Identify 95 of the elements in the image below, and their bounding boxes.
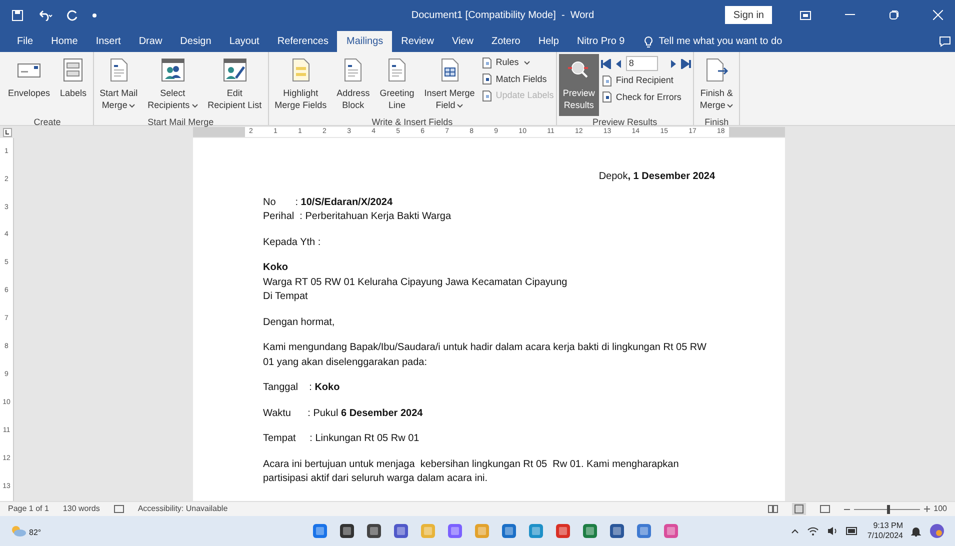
group-label: Create (32, 116, 62, 128)
document-paragraph: Acara ini bertujuan untuk menjaga kebersihan lingkungan Rt 05 Rw 01. Kami mengharapkan partisipasi aktif dari seluruh warga dalam acara ini. (263, 458, 680, 486)
small-document-icon (600, 91, 613, 104)
undo-icon[interactable] (37, 10, 53, 20)
document-line: Tempat : Linkungan Rt 05 Rw 01 (263, 432, 420, 446)
finish-merge-icon (704, 57, 730, 83)
ribbon-tab[interactable]: Home (42, 31, 87, 52)
small-document-icon (480, 73, 493, 86)
document-line: No : 10/S/Edaran/X/2024 (263, 196, 394, 210)
group-label: Write & Insert Fields (370, 116, 454, 128)
taskbar-app-icon[interactable] (339, 523, 356, 539)
redo-icon[interactable] (67, 10, 78, 20)
document-paragraph: Kami mengundang Bapak/Ibu/Saudara/i untuk hadir dalam acara kerja bakti di lingkungan Rt 05 RW 01 yang akan diselenggarakan pada: (263, 341, 708, 370)
small-document-icon (480, 90, 493, 102)
zoom-thumb[interactable] (886, 504, 890, 514)
ribbon-display-icon[interactable] (800, 10, 811, 20)
clock-date[interactable]: 7/10/2024 (867, 531, 903, 541)
wifi-icon[interactable] (807, 526, 820, 536)
close-icon[interactable] (933, 10, 943, 20)
ribbon-tab[interactable]: Layout (220, 31, 268, 52)
ribbon-tab[interactable]: Draw (130, 31, 172, 52)
ribbon-button[interactable]: Edit Recipient List (204, 54, 266, 116)
battery-icon[interactable] (846, 527, 860, 535)
minimize-icon[interactable] (845, 14, 855, 16)
ribbon-button[interactable]: Highlight Merge Fields (270, 54, 331, 116)
document-line: Waktu : Pukul 6 Desember 2024 (263, 406, 424, 420)
speaker-icon[interactable] (827, 526, 838, 536)
ribbon-small-button[interactable]: Match Fields (480, 72, 554, 86)
ribbon-tab[interactable]: File (8, 31, 42, 52)
document-line: Tanggal : Koko (263, 381, 341, 395)
weather-temperature[interactable]: 82° (29, 527, 42, 539)
taskbar-app-icon[interactable] (393, 523, 410, 539)
restore-icon[interactable] (889, 10, 899, 20)
last-record-icon[interactable] (680, 58, 691, 68)
small-document-icon (480, 56, 493, 69)
group-label: Start Mail Merge (146, 116, 215, 128)
word-count[interactable]: 130 words (62, 503, 100, 515)
document-line: Di Tempat (263, 290, 309, 304)
tab-selector-icon[interactable] (3, 128, 12, 136)
first-record-icon[interactable] (600, 58, 611, 68)
ribbon-tab[interactable]: Insert (86, 31, 130, 52)
ribbon-tab[interactable]: View (442, 31, 482, 52)
customize-icon[interactable] (92, 12, 97, 18)
zoom-in-icon[interactable] (924, 506, 930, 512)
web-layout-icon[interactable] (820, 505, 830, 513)
ribbon-button[interactable]: Insert Merge Field (420, 54, 479, 116)
date-line: Depok, 1 Desember 2024 (598, 170, 715, 184)
lightbulb-icon (644, 36, 653, 48)
ribbon-button[interactable]: Select Recipients (144, 54, 202, 116)
document-line: Kepada Yth : (263, 236, 322, 250)
ribbon-button[interactable]: Greeting Line (376, 54, 418, 116)
document-line: Koko (263, 261, 289, 275)
group-label: Preview Results (592, 116, 658, 128)
ribbon-button[interactable]: Labels (56, 54, 91, 116)
ribbon-tab[interactable]: Mailings (337, 31, 392, 52)
ribbon-button[interactable]: Address Block (332, 54, 374, 116)
page-count[interactable]: Page 1 of 1 (8, 503, 49, 515)
save-icon[interactable] (12, 10, 23, 20)
ribbon-tab[interactable]: Design (171, 31, 220, 52)
zoom-level[interactable]: 100 (934, 503, 947, 515)
sign-in-button[interactable]: Sign in (725, 6, 772, 24)
next-record-icon[interactable] (670, 58, 677, 68)
ribbon-tab[interactable]: References (268, 31, 338, 52)
read-mode-icon[interactable] (768, 505, 778, 513)
document-line: Dengan hormat, (263, 316, 336, 330)
ribbon-tab[interactable]: Nitro Pro 9 (568, 31, 634, 52)
comments-icon[interactable] (939, 36, 951, 47)
accessibility-status[interactable]: Accessibility: Unavailable (138, 503, 228, 515)
proofing-icon[interactable] (114, 505, 124, 513)
ribbon-tab[interactable]: Help (529, 31, 568, 52)
ribbon-button[interactable]: Finish & Merge (696, 54, 738, 116)
chevron-up-icon[interactable] (791, 528, 800, 534)
ribbon-button[interactable]: Preview Results (558, 54, 599, 116)
ribbon-tab[interactable]: Zotero (482, 31, 530, 52)
document-line: Perihal : Perberitahuan Kerja Bakti Warga (263, 210, 452, 224)
ribbon-button[interactable]: Envelopes (4, 54, 54, 116)
document-line: Warga RT 05 RW 01 Keluraha Cipayung Jawa Kecamatan Cipayung (263, 276, 568, 290)
print-layout-icon[interactable] (792, 503, 806, 515)
ribbon-tab[interactable]: Review (392, 31, 443, 52)
tell-me-field[interactable]: Tell me what you want to do (658, 34, 782, 49)
record-field[interactable]: 8 (626, 56, 658, 71)
taskbar-app-icon[interactable] (609, 523, 626, 539)
small-document-icon (600, 74, 613, 87)
taskbar-app-icon[interactable] (366, 523, 382, 539)
window-title: Document1 [Compatibility Mode] - Word (411, 8, 594, 22)
previous-record-icon[interactable] (614, 58, 622, 68)
ribbon-button[interactable]: Start Mail Merge (96, 54, 142, 116)
people-icon (160, 57, 186, 83)
ribbon-small-button[interactable]: Find Recipient (600, 74, 691, 88)
ribbon-small-button[interactable]: Rules (480, 56, 554, 70)
clock-time[interactable]: 9:13 PM (873, 521, 903, 531)
group-label: Finish (704, 116, 730, 128)
ribbon-small-button[interactable]: Check for Errors (600, 90, 691, 104)
bell-icon[interactable] (911, 526, 921, 536)
edit-list-icon (222, 57, 248, 83)
